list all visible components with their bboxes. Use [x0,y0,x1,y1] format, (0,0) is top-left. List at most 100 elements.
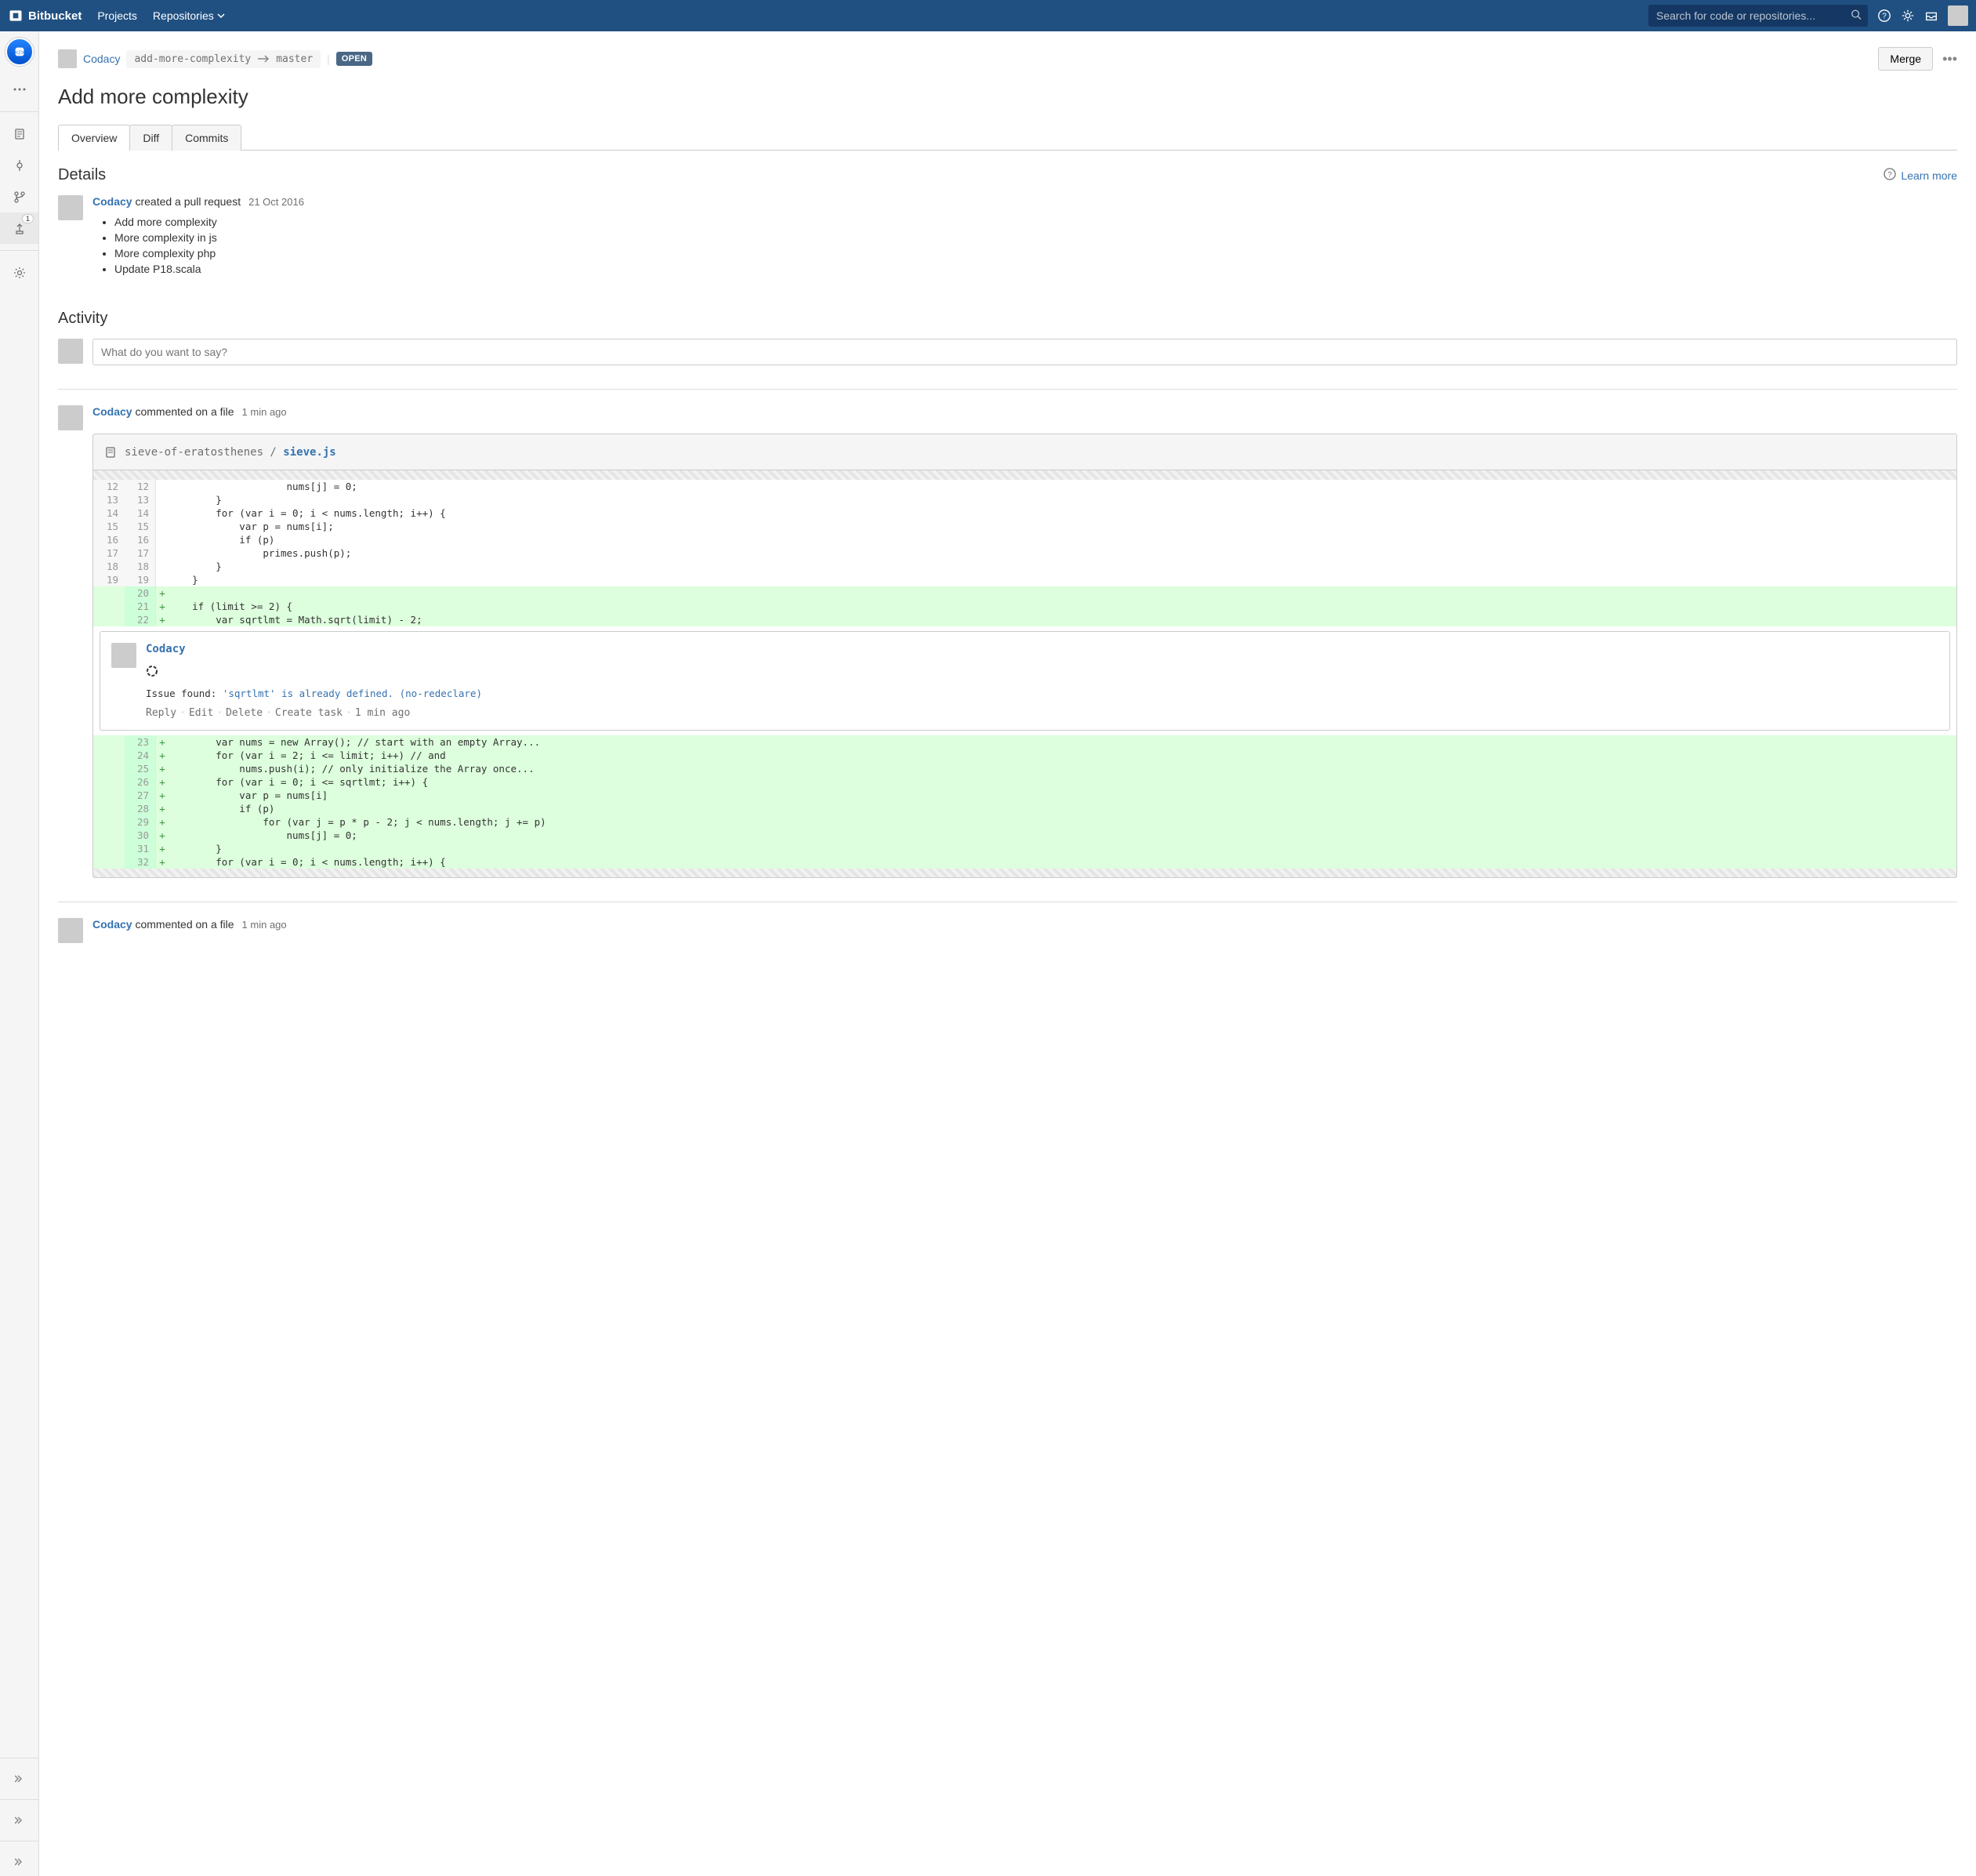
sidebar-ellipsis[interactable] [0,74,38,105]
merge-button[interactable]: Merge [1878,47,1933,71]
diff-mark: + [156,762,169,775]
new-line-number: 12 [125,480,156,493]
diff-code: var sqrtlmt = Math.sqrt(limit) - 2; [169,613,422,626]
svg-text:</>: </> [15,49,24,56]
search-input[interactable] [1648,5,1868,27]
pr-status-badge: OPEN [336,52,372,66]
header-right: ? [1648,5,1968,27]
comment-input[interactable] [92,339,1957,365]
list-item: More complexity php [114,247,1957,259]
new-line-number: 16 [125,533,156,546]
diff-line: 1919 } [93,573,1956,586]
bitbucket-icon [8,8,24,24]
brand-text: Bitbucket [28,9,82,23]
diff-line: 1818 } [93,560,1956,573]
tab-overview[interactable]: Overview [58,125,130,151]
diff-mark: + [156,815,169,829]
inbox-icon[interactable] [1924,9,1938,23]
delete-button[interactable]: Delete [226,707,263,719]
current-user-avatar [58,339,83,364]
target-branch: master [276,53,313,65]
diff-code: if (p) [169,533,274,546]
file-name-link[interactable]: sieve.js [283,446,335,459]
sidebar-collapse[interactable] [0,1765,38,1793]
new-line-number: 26 [125,775,156,789]
pr-author-link[interactable]: Codacy [83,53,120,65]
pull-request-icon [13,222,26,234]
new-line-number: 28 [125,802,156,815]
diff-mark [156,506,169,520]
create-task-button[interactable]: Create task [275,707,343,719]
diff-mark [156,546,169,560]
branch-icon [13,191,26,203]
diff-code: if (p) [169,802,274,815]
sidebar-commits[interactable] [0,150,38,181]
project-avatar[interactable]: </> [5,38,34,66]
tab-diff[interactable]: Diff [129,125,172,151]
old-line-number [93,749,125,762]
details-heading: Details [58,166,106,184]
old-line-number [93,762,125,775]
search-icon[interactable] [1851,9,1862,23]
help-icon[interactable]: ? [1877,9,1891,23]
learn-more-link[interactable]: ? Learn more [1884,168,1957,183]
pr-created-event: Codacy created a pull request 21 Oct 201… [58,195,1957,278]
new-line-number: 20 [125,586,156,600]
list-item: Add more complexity [114,216,1957,228]
inline-commenter-avatar [111,643,136,668]
diff-mark: + [156,802,169,815]
sidebar-source[interactable] [0,118,38,150]
svg-text:?: ? [1888,171,1893,180]
primary-nav: Projects Repositories [97,9,224,22]
diff-line: 26+ for (var i = 0; i <= sqrtlmt; i++) { [93,775,1956,789]
chevron-right-icon [15,1774,24,1783]
brand-logo[interactable]: Bitbucket [8,8,82,24]
diff-line: 1717 primes.push(p); [93,546,1956,560]
sidebar-collapse-3[interactable] [0,1848,38,1876]
nav-projects[interactable]: Projects [97,9,137,22]
file-comment-event-2: Codacy commented on a file 1 min ago [58,918,1957,943]
file-comment-event: Codacy commented on a file 1 min ago sie… [58,405,1957,878]
diff-mark: + [156,586,169,600]
inline-author[interactable]: Codacy [146,643,1938,655]
old-line-number: 17 [93,546,125,560]
diff-mark [156,493,169,506]
diff-file-header: sieve-of-eratosthenes / sieve.js [92,434,1957,470]
old-line-number [93,613,125,626]
new-line-number: 24 [125,749,156,762]
inline-comment-actions: Reply·Edit·Delete·Create task·1 min ago [146,707,1938,719]
divider [58,389,1957,390]
tab-commits[interactable]: Commits [172,125,241,151]
old-line-number [93,775,125,789]
issue-link[interactable]: 'sqrtlmt' is already defined. (no-redecl… [223,688,482,699]
diff-mark: + [156,749,169,762]
diff-code: for (var i = 0; i <= sqrtlmt; i++) { [169,775,428,789]
search-wrap [1648,5,1868,27]
sidebar-pull-requests[interactable]: 1 [0,212,38,244]
diff-line: 22+ var sqrtlmt = Math.sqrt(limit) - 2; [93,613,1956,626]
sidebar-settings[interactable] [0,257,38,288]
commenter-link[interactable]: Codacy [92,405,132,418]
pr-title: Add more complexity [58,85,1957,109]
diff-code: for (var i = 2; i <= limit; i++) // and [169,749,446,762]
old-line-number [93,829,125,842]
nav-repositories[interactable]: Repositories [153,9,225,22]
more-actions-button[interactable]: ••• [1942,51,1957,67]
sidebar-collapse-2[interactable] [0,1806,38,1834]
commenter-link[interactable]: Codacy [92,918,132,931]
file-icon [104,446,117,459]
comment-composer [58,339,1957,365]
old-line-number [93,586,125,600]
sidebar-branches[interactable] [0,181,38,212]
gear-icon[interactable] [1901,9,1915,23]
new-line-number: 17 [125,546,156,560]
diff-mark: + [156,855,169,869]
old-line-number [93,735,125,749]
edit-button[interactable]: Edit [189,707,213,719]
diff-mark [156,560,169,573]
comment-time: 1 min ago [242,919,287,931]
reply-button[interactable]: Reply [146,707,176,719]
diff-mark [156,520,169,533]
user-avatar[interactable] [1948,5,1968,26]
event-author-link[interactable]: Codacy [92,195,132,208]
